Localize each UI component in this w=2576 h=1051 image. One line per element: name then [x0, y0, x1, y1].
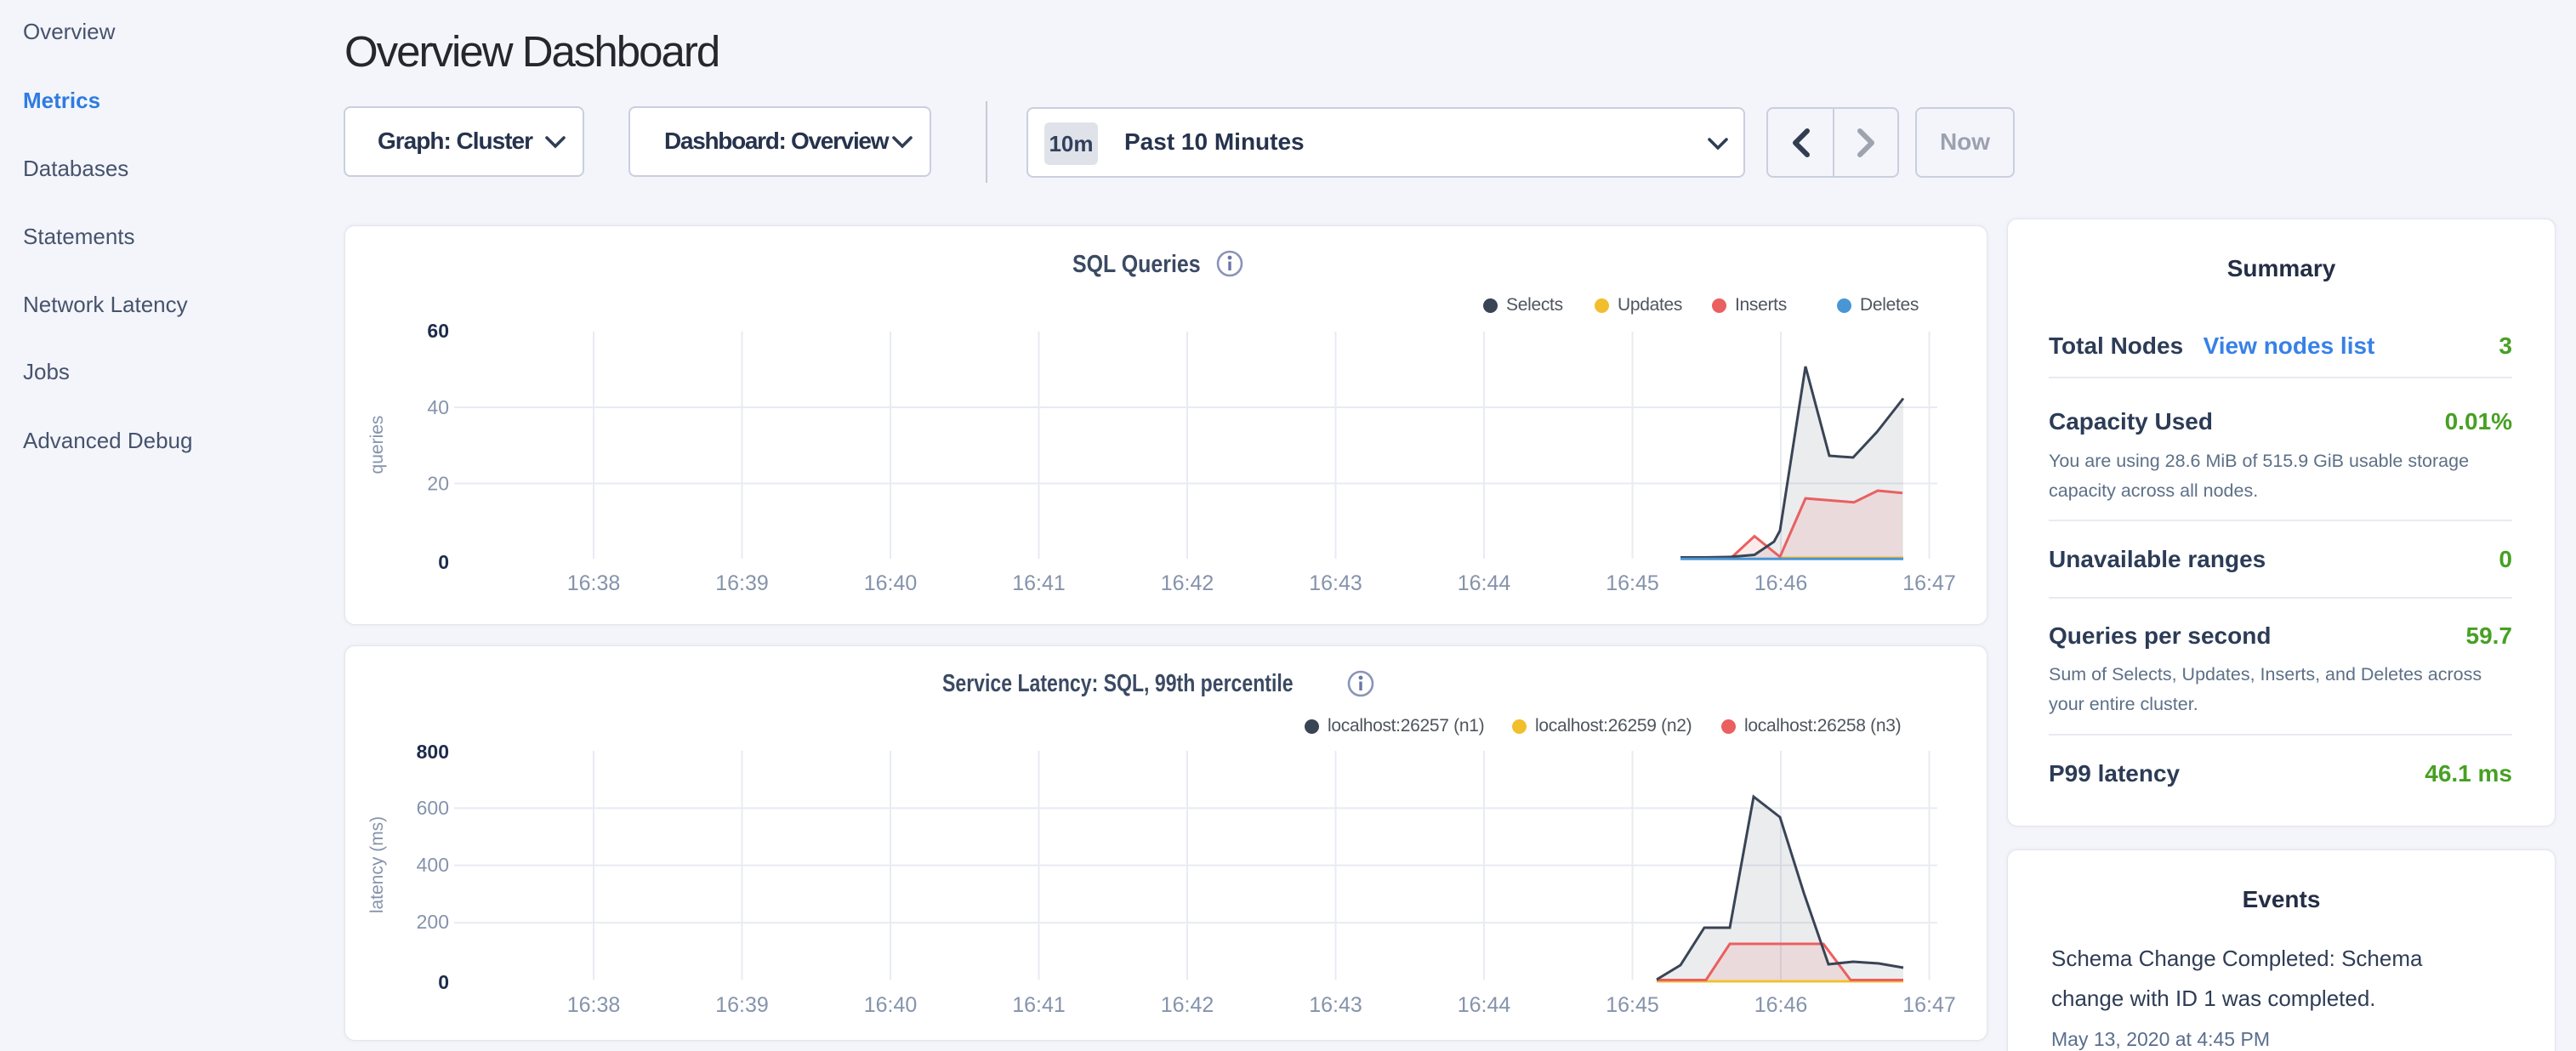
- svg-text:queries: queries: [367, 416, 387, 474]
- svg-text:600: 600: [417, 797, 449, 819]
- svg-text:200: 200: [417, 911, 449, 933]
- svg-text:16:41: 16:41: [1012, 571, 1066, 595]
- svg-text:400: 400: [417, 854, 449, 876]
- svg-text:20: 20: [427, 473, 449, 495]
- svg-text:16:44: 16:44: [1458, 993, 1511, 1017]
- svg-text:16:45: 16:45: [1606, 993, 1659, 1017]
- svg-text:0: 0: [438, 971, 449, 993]
- svg-text:40: 40: [427, 396, 449, 418]
- svg-text:latency (ms): latency (ms): [367, 816, 387, 913]
- svg-text:16:46: 16:46: [1754, 571, 1808, 595]
- svg-text:16:40: 16:40: [864, 571, 918, 595]
- svg-text:16:39: 16:39: [715, 993, 769, 1017]
- svg-text:16:40: 16:40: [864, 993, 918, 1017]
- svg-text:16:46: 16:46: [1754, 993, 1808, 1017]
- svg-text:16:38: 16:38: [567, 993, 621, 1017]
- svg-text:16:42: 16:42: [1161, 571, 1214, 595]
- svg-text:16:42: 16:42: [1161, 993, 1214, 1017]
- svg-text:16:38: 16:38: [567, 571, 621, 595]
- svg-text:60: 60: [427, 320, 449, 342]
- svg-text:800: 800: [417, 741, 449, 763]
- svg-text:16:44: 16:44: [1458, 571, 1511, 595]
- svg-text:16:43: 16:43: [1309, 571, 1362, 595]
- svg-text:16:47: 16:47: [1902, 571, 1956, 595]
- svg-text:16:47: 16:47: [1902, 993, 1956, 1017]
- svg-text:0: 0: [438, 551, 449, 573]
- svg-text:16:45: 16:45: [1606, 571, 1659, 595]
- svg-text:16:43: 16:43: [1309, 993, 1362, 1017]
- svg-text:16:41: 16:41: [1012, 993, 1066, 1017]
- svg-text:16:39: 16:39: [715, 571, 769, 595]
